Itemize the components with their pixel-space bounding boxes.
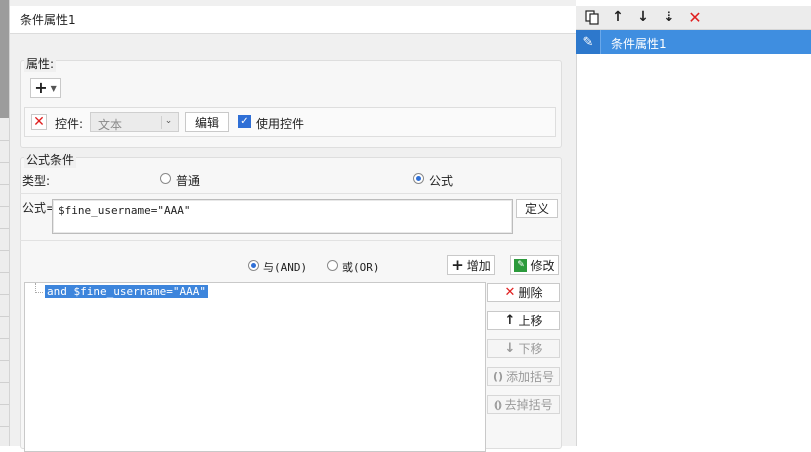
chevron-down-icon: ▼ — [50, 83, 57, 93]
delete-icon[interactable]: ✕ — [686, 8, 704, 27]
move-up-label: 上移 — [518, 314, 543, 328]
edit-control-button[interactable]: 编辑 — [185, 112, 229, 132]
separator — [20, 193, 562, 194]
type-normal-radio[interactable] — [160, 173, 171, 184]
condition-item-label: 条件属性1 — [611, 37, 667, 51]
condition-list-item[interactable]: and $fine_username="AAA" — [45, 285, 208, 298]
type-normal-label: 普通 — [176, 174, 201, 188]
separator — [20, 240, 562, 241]
formula-section-label: 公式条件 — [24, 151, 77, 168]
formula-input-value: $fine_username="AAA" — [58, 204, 191, 217]
control-label: 控件: — [55, 117, 84, 131]
arrow-down-icon[interactable]: ↓ — [634, 8, 652, 26]
formula-input[interactable]: $fine_username="AAA" — [52, 199, 513, 234]
attributes-section-label: 属性: — [24, 55, 57, 72]
background-sheet-edge — [0, 0, 10, 446]
control-type-select[interactable]: 文本 ⌄ — [90, 112, 179, 132]
brackets-icon: () — [492, 370, 504, 383]
define-button[interactable]: 定义 — [516, 199, 558, 218]
delete-condition-button[interactable]: ✕ 删除 — [487, 283, 560, 302]
arrow-up-icon: ↑ — [504, 313, 516, 328]
move-to-bottom-icon[interactable]: ⇣ — [660, 8, 678, 26]
add-attribute-dropdown[interactable]: + ▼ — [30, 78, 61, 98]
add-condition-button[interactable]: + 增加 — [447, 255, 495, 275]
arrow-down-icon: ↓ — [504, 341, 516, 356]
modify-condition-button[interactable]: ✎ 修改 — [510, 255, 559, 275]
remove-control-icon[interactable]: ✕ — [31, 114, 47, 130]
add-condition-label: 增加 — [466, 258, 491, 273]
remove-brackets-icon: ⦅⦆ — [494, 397, 502, 411]
logic-and-label: 与(AND) — [263, 261, 308, 274]
move-down-button[interactable]: ↓ 下移 — [487, 339, 560, 358]
remove-brackets-label: 去掉括号 — [504, 398, 553, 412]
tree-connector — [35, 283, 43, 293]
condition-list-panel — [576, 6, 811, 446]
dialog-title: 条件属性1 — [20, 13, 76, 27]
move-down-label: 下移 — [518, 342, 543, 356]
arrow-up-icon[interactable]: ↑ — [609, 8, 627, 26]
dialog-title-bar — [10, 6, 576, 34]
formula-label: 公式= — [22, 201, 57, 215]
add-brackets-label: 添加括号 — [506, 370, 555, 384]
delete-icon: ✕ — [504, 285, 516, 300]
move-up-button[interactable]: ↑ 上移 — [487, 311, 560, 330]
modify-condition-label: 修改 — [530, 258, 555, 273]
pencil-icon[interactable]: ✎ — [576, 30, 601, 54]
logic-and-radio[interactable] — [248, 260, 259, 271]
delete-condition-label: 删除 — [518, 286, 543, 300]
plus-icon: + — [34, 78, 48, 97]
logic-or-radio[interactable] — [327, 260, 338, 271]
add-brackets-button[interactable]: () 添加括号 — [487, 367, 560, 386]
plus-icon: + — [451, 256, 464, 274]
chevron-down-icon: ⌄ — [161, 116, 175, 129]
control-type-value: 文本 — [98, 118, 123, 132]
remove-brackets-button[interactable]: ⦅⦆ 去掉括号 — [487, 395, 560, 414]
condition-list[interactable]: and $fine_username="AAA" — [24, 282, 486, 452]
modify-icon: ✎ — [514, 258, 528, 272]
type-formula-radio[interactable] — [413, 173, 424, 184]
use-control-checkbox[interactable]: ✓ — [238, 115, 251, 128]
use-control-label: 使用控件 — [256, 117, 305, 131]
type-label: 类型: — [22, 174, 51, 188]
type-formula-label: 公式 — [429, 174, 454, 188]
logic-or-label: 或(OR) — [342, 261, 380, 274]
copy-icon[interactable] — [583, 8, 601, 26]
